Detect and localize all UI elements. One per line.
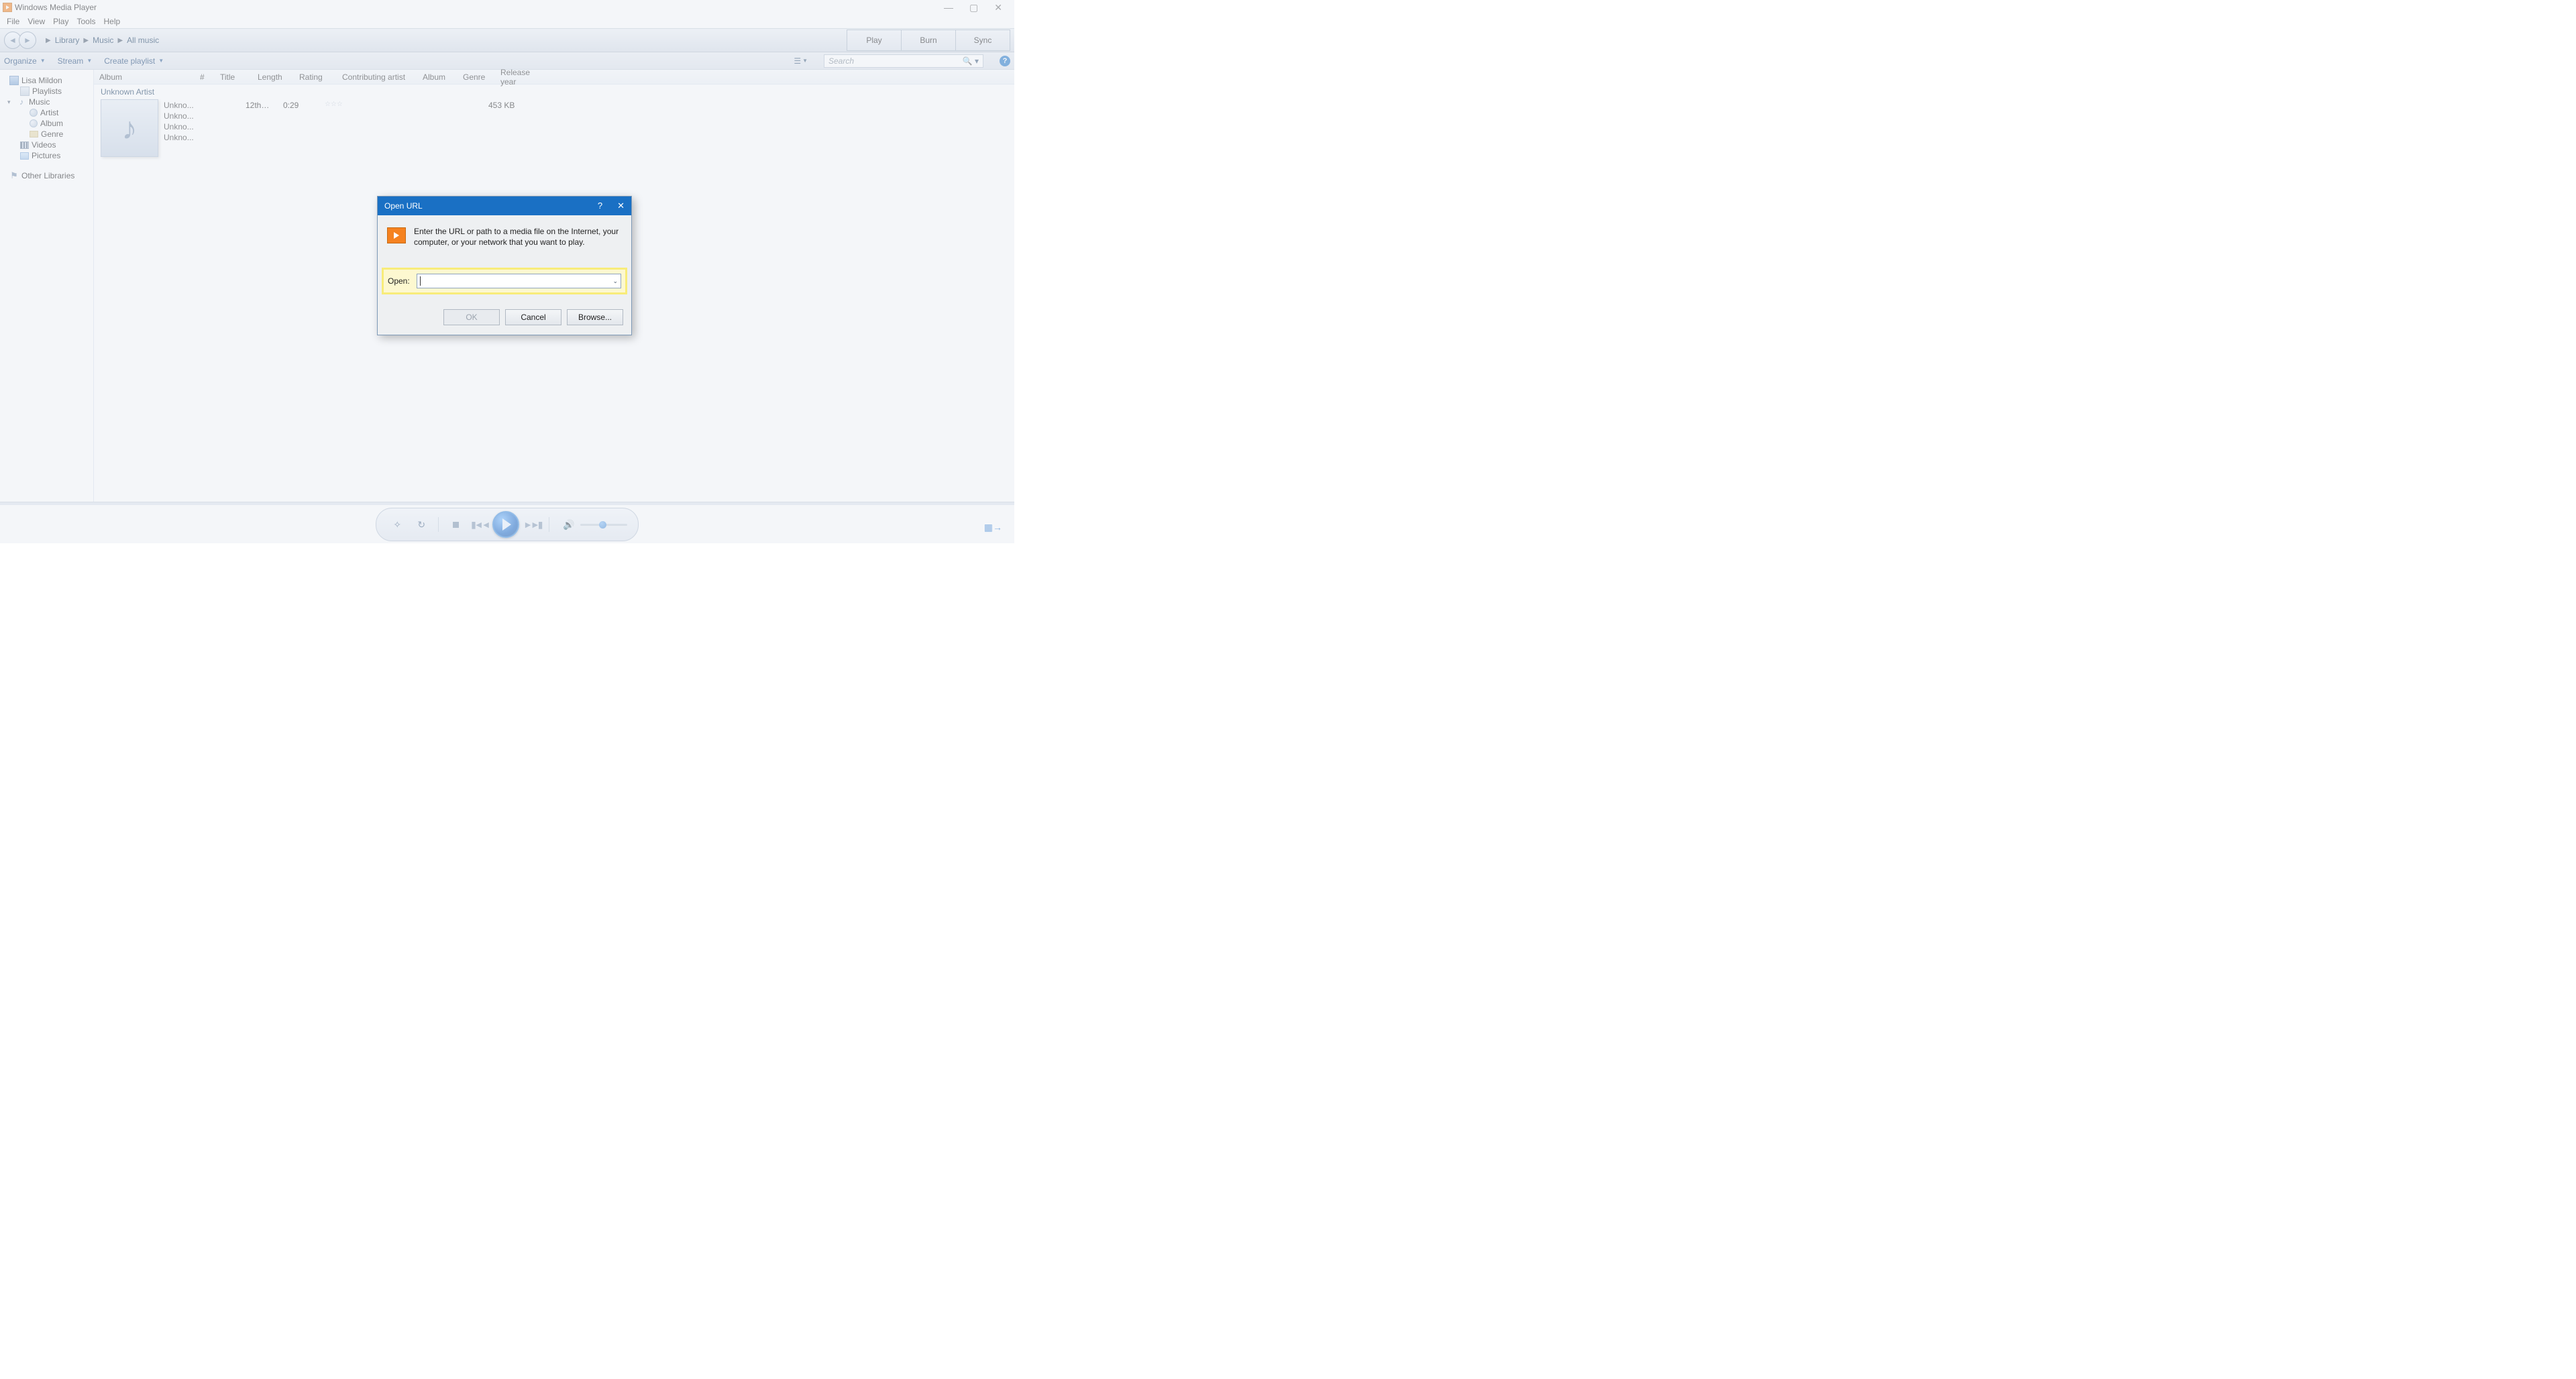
volume-control[interactable]: 🔊 (563, 519, 627, 531)
minimize-button[interactable]: — (944, 2, 953, 13)
tab-burn[interactable]: Burn (901, 30, 956, 51)
browse-button[interactable]: Browse... (567, 309, 623, 325)
stop-button[interactable] (445, 519, 466, 530)
menu-bar: File View Play Tools Help (0, 15, 1014, 28)
text-cursor (420, 276, 421, 286)
col-title[interactable]: Title (215, 72, 252, 82)
menu-file[interactable]: File (3, 15, 23, 27)
chevron-right-icon: ▶ (46, 37, 51, 44)
crumb-allmusic[interactable]: All music (127, 36, 159, 45)
sidebar-pictures[interactable]: Pictures (3, 150, 91, 161)
track-rating: ☆☆☆ (319, 101, 362, 157)
dialog-title: Open URL (384, 201, 423, 211)
cancel-button[interactable]: Cancel (505, 309, 561, 325)
volume-slider[interactable] (580, 524, 627, 526)
sidebar-music[interactable]: ▾♪Music (3, 97, 91, 107)
sidebar-other-libraries[interactable]: ⚑Other Libraries (3, 170, 91, 181)
repeat-button[interactable]: ↻ (411, 519, 431, 531)
menu-help[interactable]: Help (100, 15, 125, 27)
track-title: 12th_do... (240, 101, 278, 157)
breadcrumb: ▶ Library ▶ Music ▶ All music (46, 36, 159, 45)
wmp-icon (387, 227, 406, 243)
track-size: 453 KB (483, 101, 526, 157)
close-button[interactable]: ✕ (994, 2, 1002, 13)
open-field-highlight: Open: ⌄ (382, 268, 627, 294)
chevron-right-icon: ▶ (117, 37, 123, 44)
open-url-input[interactable]: ⌄ (417, 274, 621, 288)
album-meta: Unkno... Unkno... Unkno... Unkno... (164, 99, 220, 157)
sidebar: Lisa Mildon Playlists ▾♪Music Artist Alb… (0, 70, 94, 502)
shuffle-button[interactable]: ✧ (387, 519, 407, 531)
sidebar-album[interactable]: Album (3, 118, 91, 129)
album-art-icon[interactable] (101, 99, 158, 157)
title-bar: Windows Media Player — ▢ ✕ (0, 0, 1014, 15)
track-length: 0:29 (278, 101, 319, 157)
previous-button[interactable]: ▮◄◄ (470, 519, 490, 531)
col-number[interactable]: # (195, 72, 215, 82)
group-header[interactable]: Unknown Artist (101, 86, 1014, 99)
stream-button[interactable]: Stream▼ (58, 56, 93, 66)
switch-layout-button[interactable]: ▦→ (984, 522, 1002, 533)
menu-play[interactable]: Play (49, 15, 72, 27)
sidebar-videos[interactable]: Videos (3, 140, 91, 150)
nav-bar: ◄ ► ▶ Library ▶ Music ▶ All music Play B… (0, 28, 1014, 52)
search-icon[interactable]: 🔍 ▾ (963, 56, 979, 66)
open-url-dialog: Open URL ? ✕ Enter the URL or path to a … (377, 196, 632, 335)
view-options-button[interactable]: ☰ ▼ (794, 56, 808, 66)
dialog-close-button[interactable]: ✕ (617, 201, 625, 211)
crumb-music[interactable]: Music (93, 36, 113, 45)
search-placeholder: Search (828, 56, 854, 66)
sidebar-genre[interactable]: Genre (3, 129, 91, 140)
dialog-message: Enter the URL or path to a media file on… (414, 226, 622, 247)
ok-button[interactable]: OK (443, 309, 500, 325)
search-input[interactable]: Search 🔍 ▾ (824, 54, 983, 68)
tab-sync[interactable]: Sync (955, 30, 1010, 51)
table-row[interactable]: 12th_do... 0:29 ☆☆☆ 453 KB (220, 99, 526, 157)
nav-forward-button[interactable]: ► (19, 32, 36, 49)
menu-tools[interactable]: Tools (72, 15, 99, 27)
sidebar-playlists[interactable]: Playlists (3, 86, 91, 97)
col-albumc[interactable]: Album (417, 72, 458, 82)
open-label: Open: (388, 276, 410, 286)
next-button[interactable]: ►►▮ (522, 519, 542, 531)
speaker-icon[interactable]: 🔊 (563, 519, 574, 531)
tab-play[interactable]: Play (847, 30, 902, 51)
crumb-library[interactable]: Library (55, 36, 80, 45)
play-button[interactable] (492, 511, 519, 538)
dialog-titlebar[interactable]: Open URL ? ✕ (378, 197, 631, 215)
col-rating[interactable]: Rating (294, 72, 337, 82)
create-playlist-button[interactable]: Create playlist▼ (104, 56, 164, 66)
column-headers: Album # Title Length Rating Contributing… (94, 70, 1014, 85)
player-controls: ✧ ↻ ▮◄◄ ►►▮ 🔊 (376, 508, 638, 541)
col-release[interactable]: Release year (495, 68, 549, 87)
app-icon (3, 3, 12, 12)
col-contrib[interactable]: Contributing artist (337, 72, 417, 82)
player-bar: ✧ ↻ ▮◄◄ ►►▮ 🔊 ▦→ (0, 502, 1014, 543)
chevron-right-icon: ▶ (83, 37, 89, 44)
sidebar-artist[interactable]: Artist (3, 107, 91, 118)
chevron-down-icon[interactable]: ⌄ (612, 278, 618, 285)
col-genre[interactable]: Genre (458, 72, 495, 82)
menu-view[interactable]: View (23, 15, 49, 27)
dialog-help-button[interactable]: ? (598, 201, 602, 211)
col-album[interactable]: Album (94, 72, 195, 82)
maximize-button[interactable]: ▢ (969, 2, 978, 13)
col-length[interactable]: Length (252, 72, 294, 82)
app-title: Windows Media Player (15, 3, 97, 12)
sidebar-user[interactable]: Lisa Mildon (3, 75, 91, 86)
help-button[interactable]: ? (1000, 56, 1010, 66)
organize-button[interactable]: Organize▼ (4, 56, 46, 66)
